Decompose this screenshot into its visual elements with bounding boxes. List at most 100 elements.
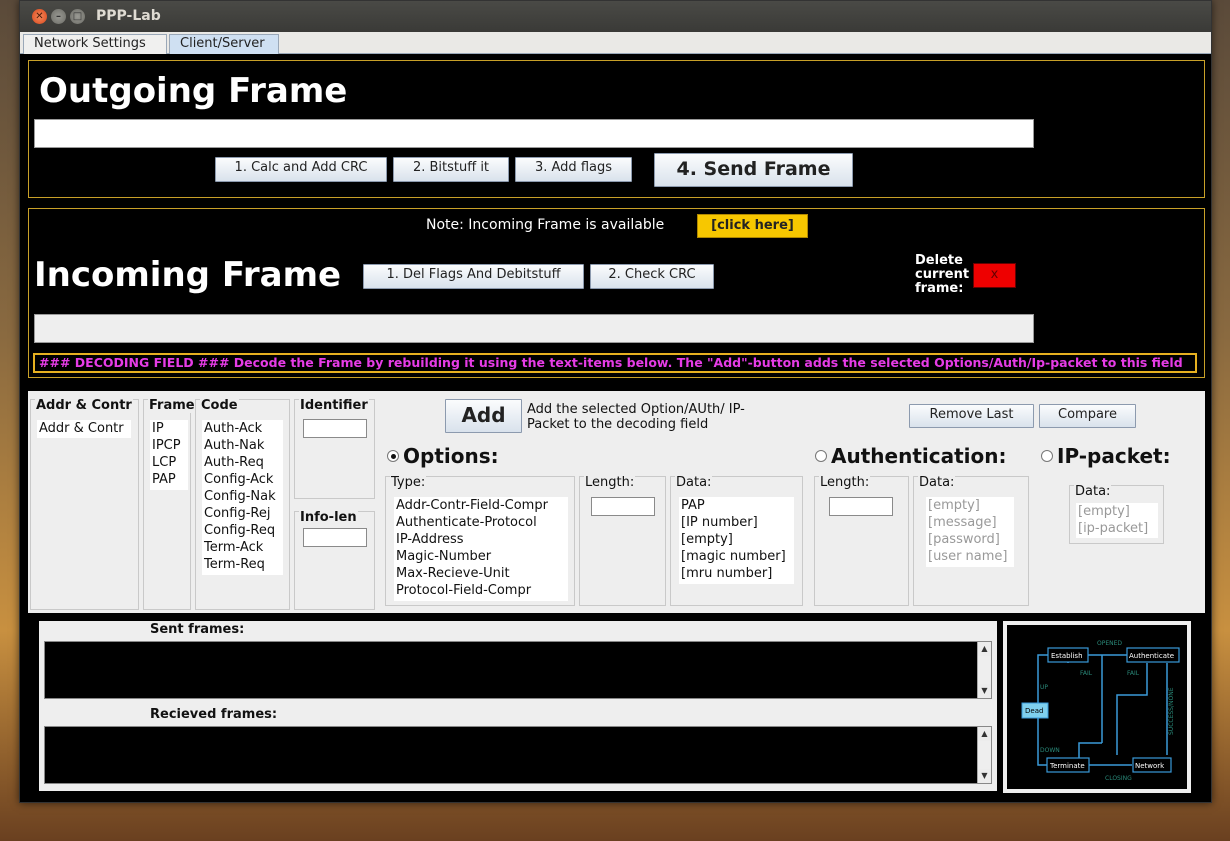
list-item[interactable]: Auth-Nak [202,437,283,454]
list-item[interactable]: Config-Nak [202,488,283,505]
tab-network-settings[interactable]: Network Settings [23,34,167,54]
list-item[interactable]: Authenticate-Protocol [394,514,568,531]
list-item[interactable]: IP [150,420,188,437]
received-scrollbar[interactable]: ▲ ▼ [977,727,991,783]
minimize-icon[interactable]: – [51,9,66,24]
ip-packet-radio[interactable] [1041,450,1053,462]
auth-data-list[interactable]: [empty] [message] [password] [user name] [926,497,1014,567]
list-item[interactable]: LCP [150,454,188,471]
code-list[interactable]: Auth-Ack Auth-Nak Auth-Req Config-Ack Co… [202,420,283,575]
auth-length-input[interactable] [829,497,893,516]
list-item[interactable]: Max-Recieve-Unit [394,565,568,582]
list-item[interactable]: PAP [679,497,794,514]
close-icon[interactable]: ✕ [32,9,47,24]
line-terminate-dead [1037,717,1047,766]
data-title: Data: [675,475,713,490]
state-label: Establish [1051,652,1083,660]
frame-list[interactable]: IP IPCP LCP PAP [150,420,188,490]
options-data-list[interactable]: PAP [IP number] [empty] [magic number] [… [679,497,794,584]
list-item[interactable]: [password] [926,531,1014,548]
addr-contr-list[interactable]: Addr & Contr [37,420,131,438]
identifier-box: Identifier [294,398,375,499]
transition-label: FAIL [1127,670,1140,677]
list-item[interactable]: Magic-Number [394,548,568,565]
received-frames-log[interactable]: ▲ ▼ [44,726,992,784]
add-description: Add the selected Option/AUth/ IP-Packet … [527,402,745,432]
send-frame-button[interactable]: 4. Send Frame [654,153,853,187]
list-item[interactable]: Addr-Contr-Field-Compr [394,497,568,514]
scroll-up-icon[interactable]: ▲ [978,727,991,741]
addr-contr-box: Addr & Contr Addr & Contr [30,398,139,610]
calc-crc-button[interactable]: 1. Calc and Add CRC [215,157,387,182]
scroll-up-icon[interactable]: ▲ [978,642,991,656]
add-button[interactable]: Add [445,399,522,433]
list-item[interactable]: Term-Ack [202,539,283,556]
sent-frames-log[interactable]: ▲ ▼ [44,641,992,699]
list-item[interactable]: IPCP [150,437,188,454]
list-item[interactable]: [empty] [1076,503,1158,520]
list-item[interactable]: [mru number] [679,565,794,582]
bitstuff-button[interactable]: 2. Bitstuff it [393,157,509,182]
remove-last-button[interactable]: Remove Last [909,404,1034,428]
list-item[interactable]: [empty] [679,531,794,548]
list-item[interactable]: [empty] [926,497,1014,514]
scroll-down-icon[interactable]: ▼ [978,769,991,783]
list-item[interactable]: Auth-Ack [202,420,283,437]
list-item[interactable]: IP-Address [394,531,568,548]
info-len-box: Info-len [294,510,375,610]
received-frames-label: Recieved frames: [150,707,278,722]
list-item[interactable]: [ip-packet] [1076,520,1158,537]
identifier-input[interactable] [303,419,367,438]
list-item[interactable]: PAP [150,471,188,488]
authentication-radio[interactable] [815,450,827,462]
delete-frame-button[interactable]: x [973,263,1016,288]
click-here-button[interactable]: [click here] [697,214,808,238]
outgoing-frame-input[interactable] [34,119,1034,148]
options-length-input[interactable] [591,497,655,516]
ip-packet-title: IP-packet: [1057,444,1171,468]
check-crc-button[interactable]: 2. Check CRC [590,264,714,289]
list-item[interactable]: Config-Req [202,522,283,539]
code-title: Code [200,398,239,413]
incoming-frame-field[interactable] [34,314,1034,343]
list-item[interactable]: Auth-Req [202,454,283,471]
tab-bar: Network Settings Client/Server [20,32,1211,54]
scroll-down-icon[interactable]: ▼ [978,684,991,698]
state-label: Authenticate [1129,652,1174,660]
transition-label: OPENED [1097,640,1122,647]
title-bar: ✕ – □ PPP-Lab [20,1,1211,32]
options-type-list[interactable]: Addr-Contr-Field-Compr Authenticate-Prot… [394,497,568,601]
decoding-field[interactable]: ### DECODING FIELD ### Decode the Frame … [33,353,1197,373]
info-len-input[interactable] [303,528,367,547]
incoming-title: Incoming Frame [34,255,342,295]
frame-title: Frame [148,398,196,413]
compare-button[interactable]: Compare [1039,404,1136,428]
state-label: Network [1135,762,1165,770]
tab-client-server[interactable]: Client/Server [169,34,279,54]
options-data-box: Data: PAP [IP number] [empty] [magic num… [670,475,803,606]
ip-data-list[interactable]: [empty] [ip-packet] [1076,503,1158,538]
list-item[interactable]: Term-Req [202,556,283,573]
maximize-icon[interactable]: □ [70,9,85,24]
delete-frame-label: Delete current frame: [915,253,970,296]
transition-label: CLOSING [1105,775,1132,782]
list-item[interactable]: [user name] [926,548,1014,565]
list-item[interactable]: [IP number] [679,514,794,531]
state-label: Dead [1025,707,1043,715]
ip-data-title: Data: [1074,484,1112,499]
list-item[interactable]: [message] [926,514,1014,531]
list-item[interactable]: [magic number] [679,548,794,565]
list-item[interactable]: Config-Rej [202,505,283,522]
del-flags-button[interactable]: 1. Del Flags And Debitstuff [363,264,584,289]
code-box: Code Auth-Ack Auth-Nak Auth-Req Config-A… [195,398,290,610]
state-diagram-svg: Establish Authenticate Dead Terminate Ne… [1007,625,1187,789]
frame-box: Frame IP IPCP LCP PAP [143,398,196,610]
ip-data-box: Data: [empty] [ip-packet] [1069,484,1164,544]
sent-scrollbar[interactable]: ▲ ▼ [977,642,991,698]
add-flags-button[interactable]: 3. Add flags [515,157,632,182]
state-label: Terminate [1049,762,1085,770]
options-radio[interactable] [387,450,399,462]
list-item[interactable]: Protocol-Field-Compr [394,582,568,599]
list-item[interactable]: Config-Ack [202,471,283,488]
list-item[interactable]: Addr & Contr [37,420,131,437]
